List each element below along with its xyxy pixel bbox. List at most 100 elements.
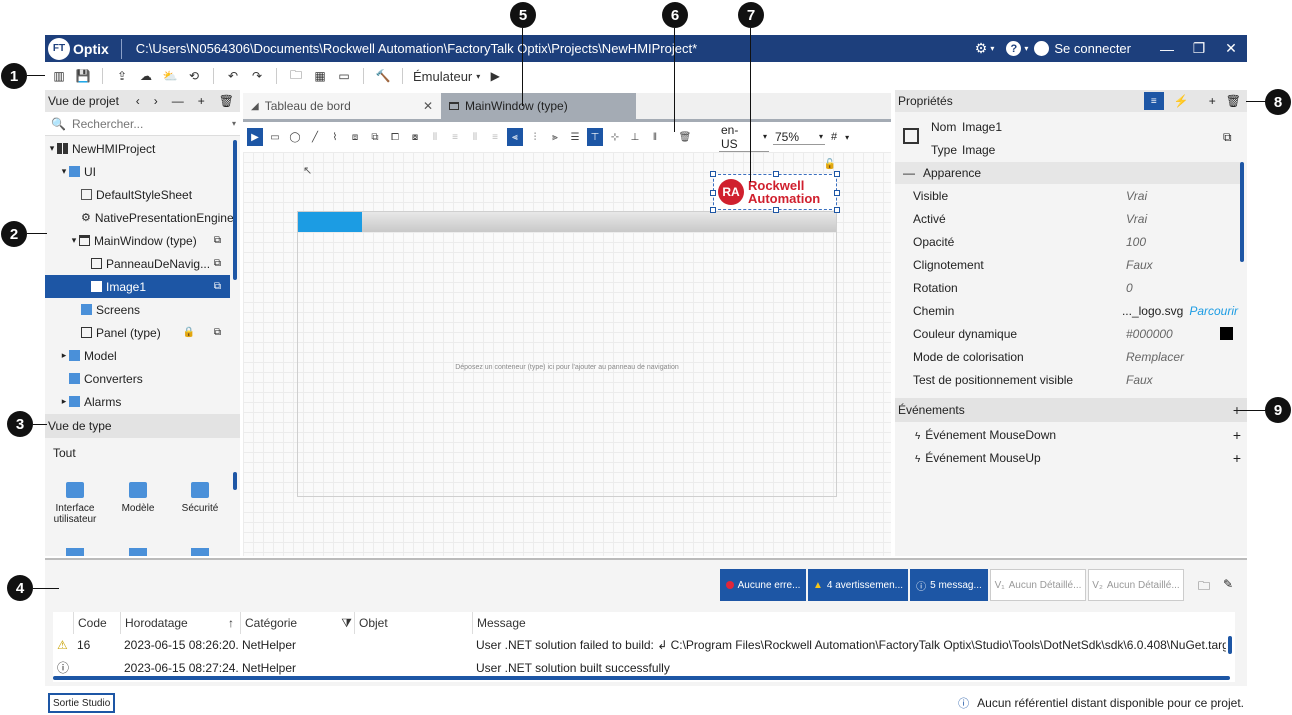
help-icon[interactable]: ? ▾ <box>1006 41 1028 56</box>
prop-value[interactable]: Faux <box>1126 258 1153 272</box>
run-play-icon[interactable]: ▶ <box>486 67 504 85</box>
filter-icon[interactable]: ≡ <box>1143 92 1164 110</box>
upload-cloud-icon[interactable]: ☁ <box>137 67 155 85</box>
prop-value[interactable]: 0 <box>1126 281 1133 295</box>
settings-gear-icon[interactable]: ⚙ ▾ <box>975 40 995 57</box>
distribute-v-icon[interactable]: ≡ <box>447 128 463 146</box>
search-input[interactable] <box>71 116 222 131</box>
column-timestamp[interactable]: Horodatage ↑ <box>120 612 240 634</box>
tree-item-alarms[interactable]: ▸ Alarms <box>45 390 230 413</box>
distribute-h-icon[interactable]: ⫴ <box>427 128 443 146</box>
resize-handle[interactable] <box>710 207 716 213</box>
save-icon[interactable]: 💾 <box>74 67 92 85</box>
clear-output-icon[interactable]: ✎ <box>1223 577 1233 591</box>
type-view-scrollbar[interactable] <box>233 472 237 490</box>
edit-type-icon[interactable]: ⧉ <box>214 281 221 292</box>
navigation-panel-bar[interactable] <box>298 212 836 232</box>
type-item-model[interactable]: Modèle <box>108 482 168 514</box>
zoom-dropdown[interactable]: 75% ▾ <box>773 130 825 145</box>
filter-verbose2-button[interactable]: V₂ Aucun Détaillé... <box>1088 569 1184 601</box>
add-event-handler-icon[interactable]: + <box>1233 427 1241 443</box>
color-swatch[interactable] <box>1220 327 1233 340</box>
resize-handle[interactable] <box>773 207 779 213</box>
undo-icon[interactable]: ↶ <box>224 67 242 85</box>
login-button[interactable]: Se connecter <box>1034 41 1131 56</box>
redo-icon[interactable]: ↷ <box>248 67 266 85</box>
ellipse-tool-icon[interactable]: ◯ <box>287 128 303 146</box>
edit-type-icon[interactable]: ⧉ <box>214 258 221 269</box>
name-value[interactable]: Image1 <box>962 120 1002 134</box>
delete-icon[interactable]: 🗑 <box>677 128 693 146</box>
tree-item-panneaudenavig[interactable]: PanneauDeNavig... ⧉ <box>45 252 230 275</box>
align-right-icon[interactable]: ⫸ <box>547 128 563 146</box>
chevron-left-icon[interactable]: ‹ <box>136 94 140 108</box>
column-message[interactable]: Message <box>472 612 1232 634</box>
group-icon[interactable]: ⧠ <box>387 128 403 146</box>
grid-icon[interactable]: ▦ <box>311 67 329 85</box>
column-category[interactable]: Catégorie ⧩ <box>240 612 358 634</box>
align-middle-icon[interactable]: ⊹ <box>607 128 623 146</box>
prop-value[interactable]: Faux <box>1126 373 1153 387</box>
history-icon[interactable]: ⟲ <box>185 67 203 85</box>
chevron-down-icon[interactable]: ▾ <box>232 119 236 128</box>
browse-link[interactable]: Parcourir <box>1189 304 1238 318</box>
build-icon[interactable]: 🔨 <box>374 67 392 85</box>
align-center-icon[interactable]: ⫶ <box>527 128 543 146</box>
ungroup-icon[interactable]: ⧇ <box>407 128 423 146</box>
tree-item-model[interactable]: ▸ Model <box>45 344 230 367</box>
column-object[interactable]: Objet <box>354 612 474 634</box>
deploy-icon[interactable]: ⇪ <box>113 67 131 85</box>
edit-type-icon[interactable]: ⧉ <box>214 327 221 338</box>
prop-value[interactable]: ..._logo.svg <box>1122 304 1183 318</box>
prop-value[interactable]: Vrai <box>1126 212 1147 226</box>
chevron-right-icon[interactable]: › <box>154 94 158 108</box>
fill-width-icon[interactable]: ‖ <box>647 128 663 146</box>
select-tool-icon[interactable]: ▶ <box>247 128 263 146</box>
prop-value[interactable]: #000000 <box>1126 327 1220 341</box>
prop-value[interactable]: Vrai <box>1126 189 1147 203</box>
tree-item-panel-type[interactable]: Panel (type) 🔒 ⧉ <box>45 321 230 344</box>
edit-type-icon[interactable]: ⧉ <box>214 235 221 246</box>
caret-down-icon[interactable]: ▾ <box>47 143 57 154</box>
collapse-icon[interactable]: — <box>172 94 184 108</box>
design-canvas[interactable]: ↖ Déposez un conteneur (type) ici pour l… <box>243 152 891 556</box>
tree-item-image1[interactable]: Image1 ⧉ <box>45 275 230 298</box>
download-cloud-icon[interactable]: ⛅ <box>161 67 179 85</box>
tree-item-defaultstylesheet[interactable]: DefaultStyleSheet <box>45 183 230 206</box>
add-icon[interactable]: + <box>1209 94 1216 108</box>
project-tree-scrollbar[interactable] <box>233 140 237 280</box>
caret-down-icon[interactable]: ▾ <box>69 235 79 246</box>
layout-icon[interactable]: ▥ <box>50 67 68 85</box>
delete-icon[interactable]: 🗑 <box>219 94 234 108</box>
align-top-icon[interactable]: ⊤ <box>587 128 603 146</box>
dynamic-link-icon[interactable]: ⚡ <box>1174 94 1189 108</box>
tab-tableau-de-bord[interactable]: ◢ Tableau de bord ✕ <box>243 93 441 119</box>
caret-right-icon[interactable]: ▸ <box>59 396 69 407</box>
type-item-security[interactable]: Sécurité <box>170 482 230 514</box>
column-code[interactable]: Code <box>73 612 121 634</box>
tree-item-mainwindow[interactable]: ▾ MainWindow (type) ⧉ <box>45 229 230 252</box>
align-left-icon[interactable]: ⫷ <box>507 128 523 146</box>
rectangle-tool-icon[interactable]: ▭ <box>267 128 283 146</box>
tab-sortie-studio[interactable]: Sortie Studio <box>48 693 116 713</box>
open-folder-icon[interactable]: 🗀 <box>1198 577 1210 598</box>
resize-handle[interactable] <box>773 171 779 177</box>
tree-item-nativepresentationengine[interactable]: ⚙ NativePresentationEngine <box>45 206 234 229</box>
navigation-tab-placeholder[interactable] <box>298 212 362 232</box>
delete-icon[interactable]: 🗑 <box>1226 94 1241 108</box>
add-event-handler-icon[interactable]: + <box>1233 450 1241 466</box>
filter-verbose1-button[interactable]: V₁ Aucun Détaillé... <box>990 569 1086 601</box>
filter-warnings-button[interactable]: ▲ 4 avertissemen... <box>808 569 908 601</box>
prop-value[interactable]: Remplacer <box>1126 350 1184 364</box>
restore-icon[interactable]: ❐ <box>1183 40 1215 57</box>
filter-messages-button[interactable]: ⓘ 5 messag... <box>910 569 988 601</box>
event-mouseup[interactable]: ϟ Événement MouseUp + <box>915 448 1241 468</box>
resize-handle[interactable] <box>834 207 840 213</box>
edit-type-icon[interactable]: ⧉ <box>1223 130 1232 145</box>
minimize-icon[interactable]: — <box>1151 41 1183 57</box>
tree-item-ui[interactable]: ▾ UI <box>45 160 230 183</box>
caret-right-icon[interactable]: ▸ <box>59 350 69 361</box>
resize-handle[interactable] <box>710 171 716 177</box>
search-box[interactable]: 🔍 ▾ <box>45 112 240 136</box>
prop-value[interactable]: 100 <box>1126 235 1146 249</box>
